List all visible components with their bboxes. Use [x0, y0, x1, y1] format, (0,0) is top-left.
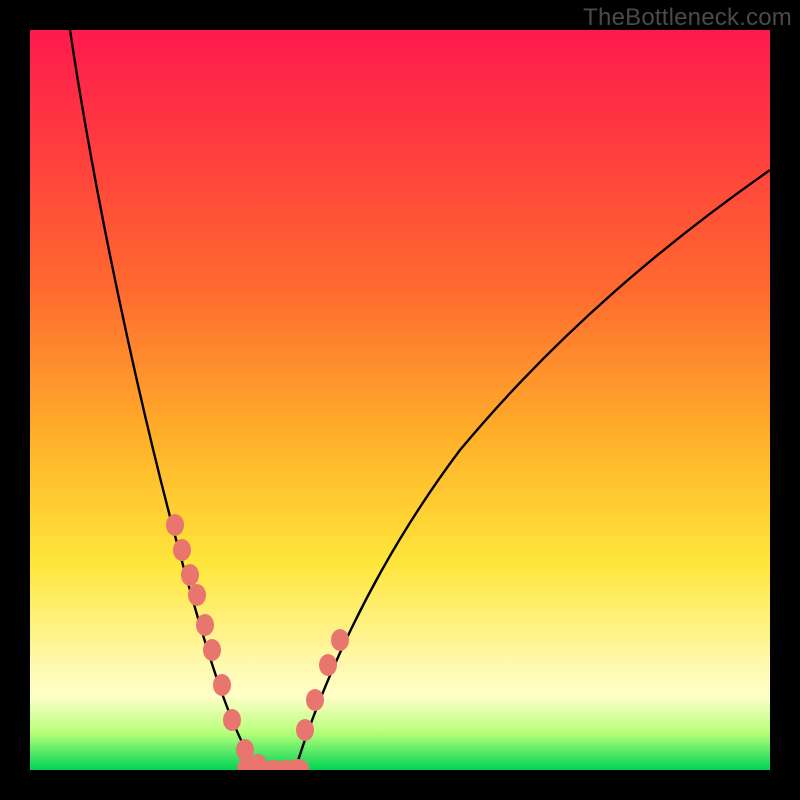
- outer-frame: TheBottleneck.com: [0, 0, 800, 800]
- marker: [296, 719, 314, 741]
- marker: [196, 614, 214, 636]
- marker: [166, 514, 184, 536]
- left-curve: [70, 30, 260, 770]
- marker: [306, 689, 324, 711]
- plot-area: [30, 30, 770, 770]
- marker: [319, 654, 337, 676]
- marker: [223, 709, 241, 731]
- marker-group: [166, 514, 349, 770]
- right-curve: [295, 170, 770, 770]
- watermark-text: TheBottleneck.com: [583, 4, 792, 32]
- marker: [203, 639, 221, 661]
- marker: [287, 759, 309, 770]
- marker: [213, 674, 231, 696]
- marker: [173, 539, 191, 561]
- marker: [188, 584, 206, 606]
- marker: [331, 629, 349, 651]
- marker: [181, 564, 199, 586]
- chart-svg: [30, 30, 770, 770]
